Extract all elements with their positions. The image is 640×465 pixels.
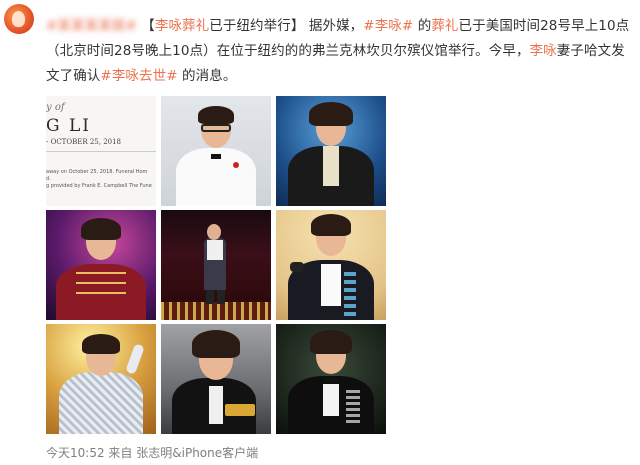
text-1: 据外媒，	[308, 18, 364, 34]
photo-tuxedo-dark[interactable]	[276, 324, 386, 434]
doc-line3: - OCTOBER 25, 2018	[46, 138, 122, 146]
photo-document[interactable]: y of G LI - OCTOBER 25, 2018 away on Oct…	[46, 96, 156, 206]
photo-red-uniform[interactable]	[46, 210, 156, 320]
post-source-link[interactable]: 张志明&iPhone客户端	[136, 446, 258, 460]
hashtag-li-yong[interactable]: #李咏#	[363, 18, 413, 34]
title-link[interactable]: 李咏葬礼	[155, 18, 209, 34]
doc-note2: d.	[46, 176, 51, 182]
name-link[interactable]: 李咏	[530, 43, 557, 59]
post-from-label: 来自	[108, 446, 133, 460]
doc-note1: away on October 25, 2018. Funeral Hom	[46, 169, 148, 175]
photo-white-suit[interactable]	[161, 96, 271, 206]
user-avatar[interactable]	[4, 4, 34, 34]
funeral-link[interactable]: 葬礼	[431, 18, 458, 34]
photo-grid: y of G LI - OCTOBER 25, 2018 away on Oct…	[46, 96, 386, 434]
text-2: 的	[413, 18, 432, 34]
photo-dark-suit-stage[interactable]	[276, 96, 386, 206]
doc-note3: g provided by Frank E. Campbell The Fune	[46, 183, 152, 189]
post-meta: 今天10:52 来自 张志明&iPhone客户端	[46, 444, 258, 461]
text-5: 的消息。	[177, 68, 237, 84]
hashtag-blurred[interactable]: #某某某某报#	[46, 18, 137, 34]
doc-line1: y of	[46, 102, 65, 113]
hashtag-li-yong-died[interactable]: #李咏去世#	[100, 68, 177, 84]
photo-stage-performance[interactable]	[161, 210, 271, 320]
photo-silver-sequin-suit[interactable]	[46, 324, 156, 434]
bracket-open: 【	[141, 18, 155, 34]
photo-laughing-award[interactable]	[161, 324, 271, 434]
bracket-close: 】	[290, 18, 305, 34]
doc-line2: G LI	[46, 116, 91, 136]
title-rest: 已于纽约举行	[209, 18, 291, 34]
post-time[interactable]: 今天10:52	[46, 446, 105, 460]
post-text: #某某某某报# 【李咏葬礼已于纽约举行】 据外媒，#李咏# 的葬礼已于美国时间2…	[46, 14, 636, 89]
photo-velvet-jacket-microphone[interactable]	[276, 210, 386, 320]
